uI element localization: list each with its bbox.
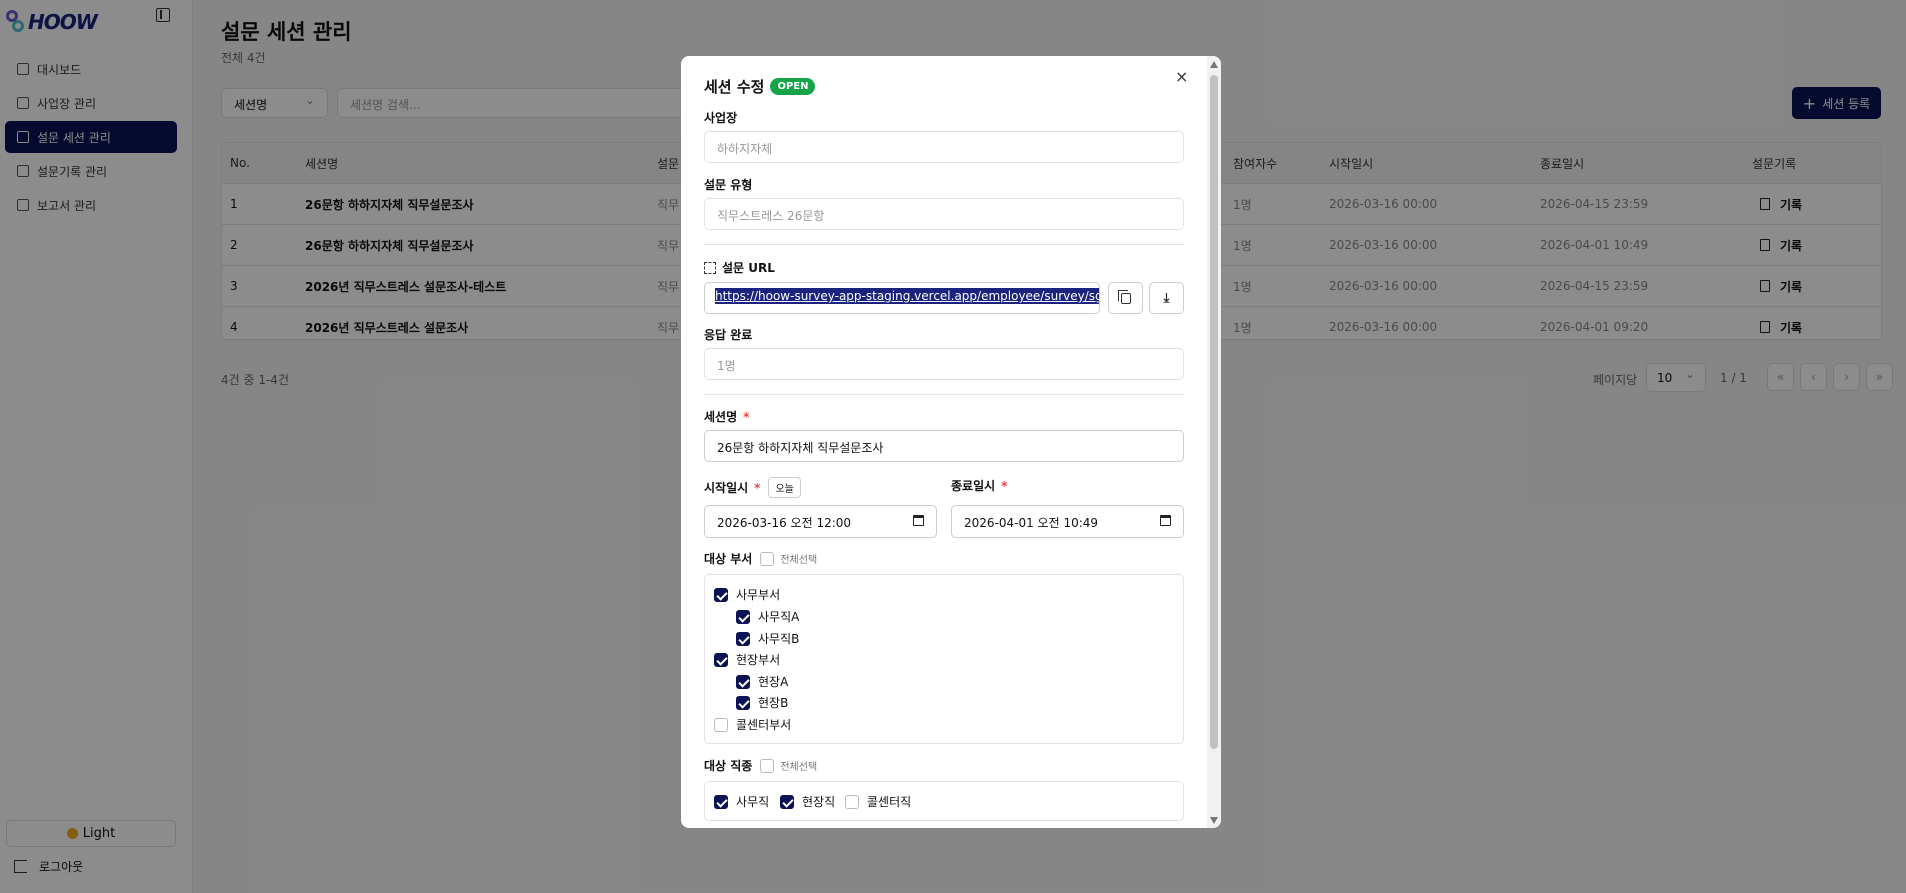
job-label-text: 대상 직종 (704, 759, 753, 773)
url-label: 설문 URL (704, 259, 775, 276)
site-field: 하하지자체 (704, 131, 1184, 163)
scroll-up-icon[interactable] (1210, 61, 1218, 68)
calendar-icon[interactable] (1160, 515, 1171, 526)
checkbox[interactable] (736, 674, 750, 689)
required-mark: * (754, 480, 761, 495)
checkbox[interactable] (714, 717, 728, 732)
dept-select-all[interactable]: 전체선택 (760, 551, 817, 566)
dept-item[interactable]: 현장A (736, 673, 788, 690)
job-item-label: 콜센터직 (867, 795, 912, 809)
type-label: 설문 유형 (704, 178, 753, 192)
dept-item[interactable]: 콜센터부서 (714, 716, 791, 733)
divider (704, 394, 1184, 395)
checkbox[interactable] (714, 652, 728, 667)
start-date-input[interactable]: 2026-03-16 오전 12:00 (704, 505, 937, 538)
start-label-text: 시작일시 (704, 481, 749, 495)
end-label: 종료일시 * (951, 477, 1007, 494)
checkbox[interactable] (760, 551, 775, 566)
type-field: 직무스트레스 26문항 (704, 198, 1184, 230)
job-item-label: 사무직 (736, 795, 770, 809)
job-item[interactable]: 콜센터직 (845, 793, 911, 810)
session-name-input[interactable]: 26문항 하하지자체 직무설문조사 (704, 430, 1184, 462)
status-badge: OPEN (770, 78, 816, 95)
scroll-thumb[interactable] (1210, 75, 1218, 749)
dept-item[interactable]: 사무직A (736, 608, 799, 625)
job-checkbox-list: 사무직 현장직 콜센터직 (704, 781, 1184, 821)
job-label: 대상 직종 전체선택 (704, 757, 817, 774)
edit-session-modal: 세션 수정 OPEN × 사업장 하하지자체 설문 유형 직무스트레스 26문항… (681, 56, 1221, 828)
url-text: https://hoow-survey-app-staging.vercel.a… (715, 288, 1099, 304)
required-mark: * (1001, 478, 1008, 493)
response-label: 응답 완료 (704, 328, 753, 342)
job-item-label: 현장직 (802, 795, 836, 809)
scroll-down-icon[interactable] (1210, 817, 1218, 824)
dept-item[interactable]: 현장B (736, 694, 788, 711)
download-qr-button[interactable]: ⤓ (1149, 282, 1184, 314)
download-icon: ⤓ (1163, 290, 1170, 306)
dept-item-label: 사무부서 (736, 588, 781, 602)
job-select-all[interactable]: 전체선택 (760, 758, 817, 773)
modal-title-text: 세션 수정 (704, 78, 765, 96)
end-date-value: 2026-04-01 오전 10:49 (964, 516, 1099, 530)
dept-item-label: 현장B (758, 696, 789, 710)
session-name-label: 세션명 * (704, 408, 749, 425)
start-date-value: 2026-03-16 오전 12:00 (717, 516, 852, 530)
end-date-input[interactable]: 2026-04-01 오전 10:49 (951, 505, 1184, 538)
job-item[interactable]: 현장직 (780, 793, 835, 810)
job-item[interactable]: 사무직 (714, 793, 769, 810)
select-all-label: 전체선택 (780, 762, 818, 773)
dept-item[interactable]: 사무직B (736, 630, 799, 647)
dept-label: 대상 부서 전체선택 (704, 550, 817, 567)
url-field[interactable]: https://hoow-survey-app-staging.vercel.a… (704, 282, 1100, 314)
qr-code-icon (704, 261, 716, 274)
dept-item-label: 현장A (758, 675, 789, 689)
close-icon[interactable]: × (1175, 67, 1188, 86)
today-button[interactable]: 오늘 (768, 477, 801, 498)
modal-title: 세션 수정 OPEN (704, 76, 816, 97)
calendar-icon[interactable] (913, 515, 924, 526)
start-label: 시작일시 * 오늘 (704, 477, 801, 498)
session-name-label-text: 세션명 (704, 410, 738, 424)
site-label: 사업장 (704, 111, 738, 125)
dept-item-label: 사무직A (758, 610, 800, 624)
checkbox[interactable] (760, 758, 775, 773)
checkbox[interactable] (845, 794, 859, 809)
checkbox[interactable] (780, 794, 794, 809)
checkbox[interactable] (714, 794, 728, 809)
response-field: 1명 (704, 348, 1184, 380)
checkbox[interactable] (736, 631, 750, 646)
dept-label-text: 대상 부서 (704, 552, 753, 566)
modal-scrollbar[interactable] (1207, 56, 1221, 828)
copy-icon (1117, 289, 1131, 304)
required-mark: * (743, 409, 750, 424)
dept-checkbox-list: 사무부서 사무직A 사무직B 현장부서 현장A 현장B 콜센터부서 (704, 574, 1184, 744)
checkbox[interactable] (714, 587, 728, 602)
end-label-text: 종료일시 (951, 479, 996, 493)
copy-url-button[interactable] (1108, 282, 1143, 314)
url-label-text: 설문 URL (722, 261, 775, 275)
checkbox[interactable] (736, 609, 750, 624)
dept-item-label: 현장부서 (736, 653, 781, 667)
checkbox[interactable] (736, 695, 750, 710)
dept-item[interactable]: 사무부서 (714, 586, 780, 603)
dept-item[interactable]: 현장부서 (714, 651, 780, 668)
dept-item-label: 사무직B (758, 632, 800, 646)
divider (704, 244, 1184, 245)
dept-item-label: 콜센터부서 (736, 718, 792, 732)
select-all-label: 전체선택 (780, 555, 818, 566)
